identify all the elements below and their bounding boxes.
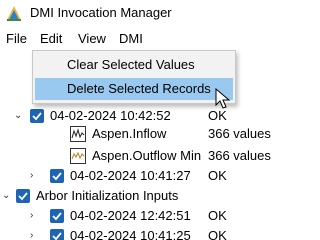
run-status: OK: [208, 208, 227, 223]
edit-menu-dropdown: Clear Selected Values Delete Selected Re…: [32, 50, 236, 104]
run-timestamp: 04-02-2024 12:42:51: [70, 208, 191, 223]
menu-item-clear-selected-values[interactable]: Clear Selected Values: [35, 54, 233, 76]
menu-edit[interactable]: Edit: [40, 31, 62, 49]
menu-item-label: Clear Selected Values: [67, 57, 195, 72]
run-status: OK: [208, 228, 227, 240]
tree-row[interactable]: › 04-02-2024 12:42:51 OK: [0, 206, 276, 226]
checkbox-checked[interactable]: [50, 229, 64, 240]
chevron-right-icon[interactable]: ›: [30, 210, 40, 222]
slot-name: Aspen.Inflow: [92, 126, 167, 141]
tree-row[interactable]: › 04-02-2024 10:41:25 OK: [0, 226, 276, 240]
tree-row[interactable]: Aspen.Outflow Min 366 values: [0, 146, 276, 166]
run-timestamp: 04-02-2024 10:41:25: [70, 228, 191, 240]
menu-view[interactable]: View: [78, 31, 106, 49]
checkbox-checked[interactable]: [16, 189, 30, 203]
tree-row[interactable]: Aspen.Inflow 366 values: [0, 124, 276, 144]
chevron-down-icon[interactable]: ⌄: [14, 110, 24, 122]
window-title: DMI Invocation Manager: [30, 5, 172, 20]
graph-icon: [70, 148, 86, 164]
menu-item-label: Delete Selected Records: [67, 81, 211, 96]
menu-dmi[interactable]: DMI: [119, 31, 143, 49]
menu-file[interactable]: File: [6, 31, 27, 49]
menu-bar: File Edit View DMI: [0, 28, 276, 50]
tree-row[interactable]: ⌄ 04-02-2024 10:42:52 OK: [0, 106, 276, 126]
menu-item-delete-selected-records[interactable]: Delete Selected Records: [35, 78, 233, 100]
dmi-group-label: Arbor Initialization Inputs: [36, 188, 179, 203]
tree-row[interactable]: ⌄ Arbor Initialization Inputs: [0, 186, 276, 206]
checkbox-checked[interactable]: [50, 169, 64, 183]
checkbox-checked[interactable]: [30, 109, 44, 123]
checkbox-checked[interactable]: [50, 209, 64, 223]
title-bar: DMI Invocation Manager: [0, 0, 276, 28]
slot-name: Aspen.Outflow Min: [92, 148, 202, 163]
run-timestamp: 04-02-2024 10:41:27: [70, 168, 191, 183]
tree-row[interactable]: › 04-02-2024 10:41:27 OK: [0, 166, 276, 186]
app-icon: [5, 4, 23, 22]
slot-values-count: 366 values: [208, 126, 271, 141]
chevron-right-icon[interactable]: ›: [30, 170, 40, 182]
run-status: OK: [208, 108, 227, 123]
graph-icon: [70, 126, 86, 142]
chevron-down-icon[interactable]: ⌄: [2, 190, 12, 202]
mouse-pointer-icon: [215, 87, 231, 110]
chevron-right-icon[interactable]: ›: [30, 230, 40, 240]
run-status: OK: [208, 168, 227, 183]
run-timestamp: 04-02-2024 10:42:52: [50, 108, 171, 123]
slot-values-count: 366 values: [208, 148, 271, 163]
